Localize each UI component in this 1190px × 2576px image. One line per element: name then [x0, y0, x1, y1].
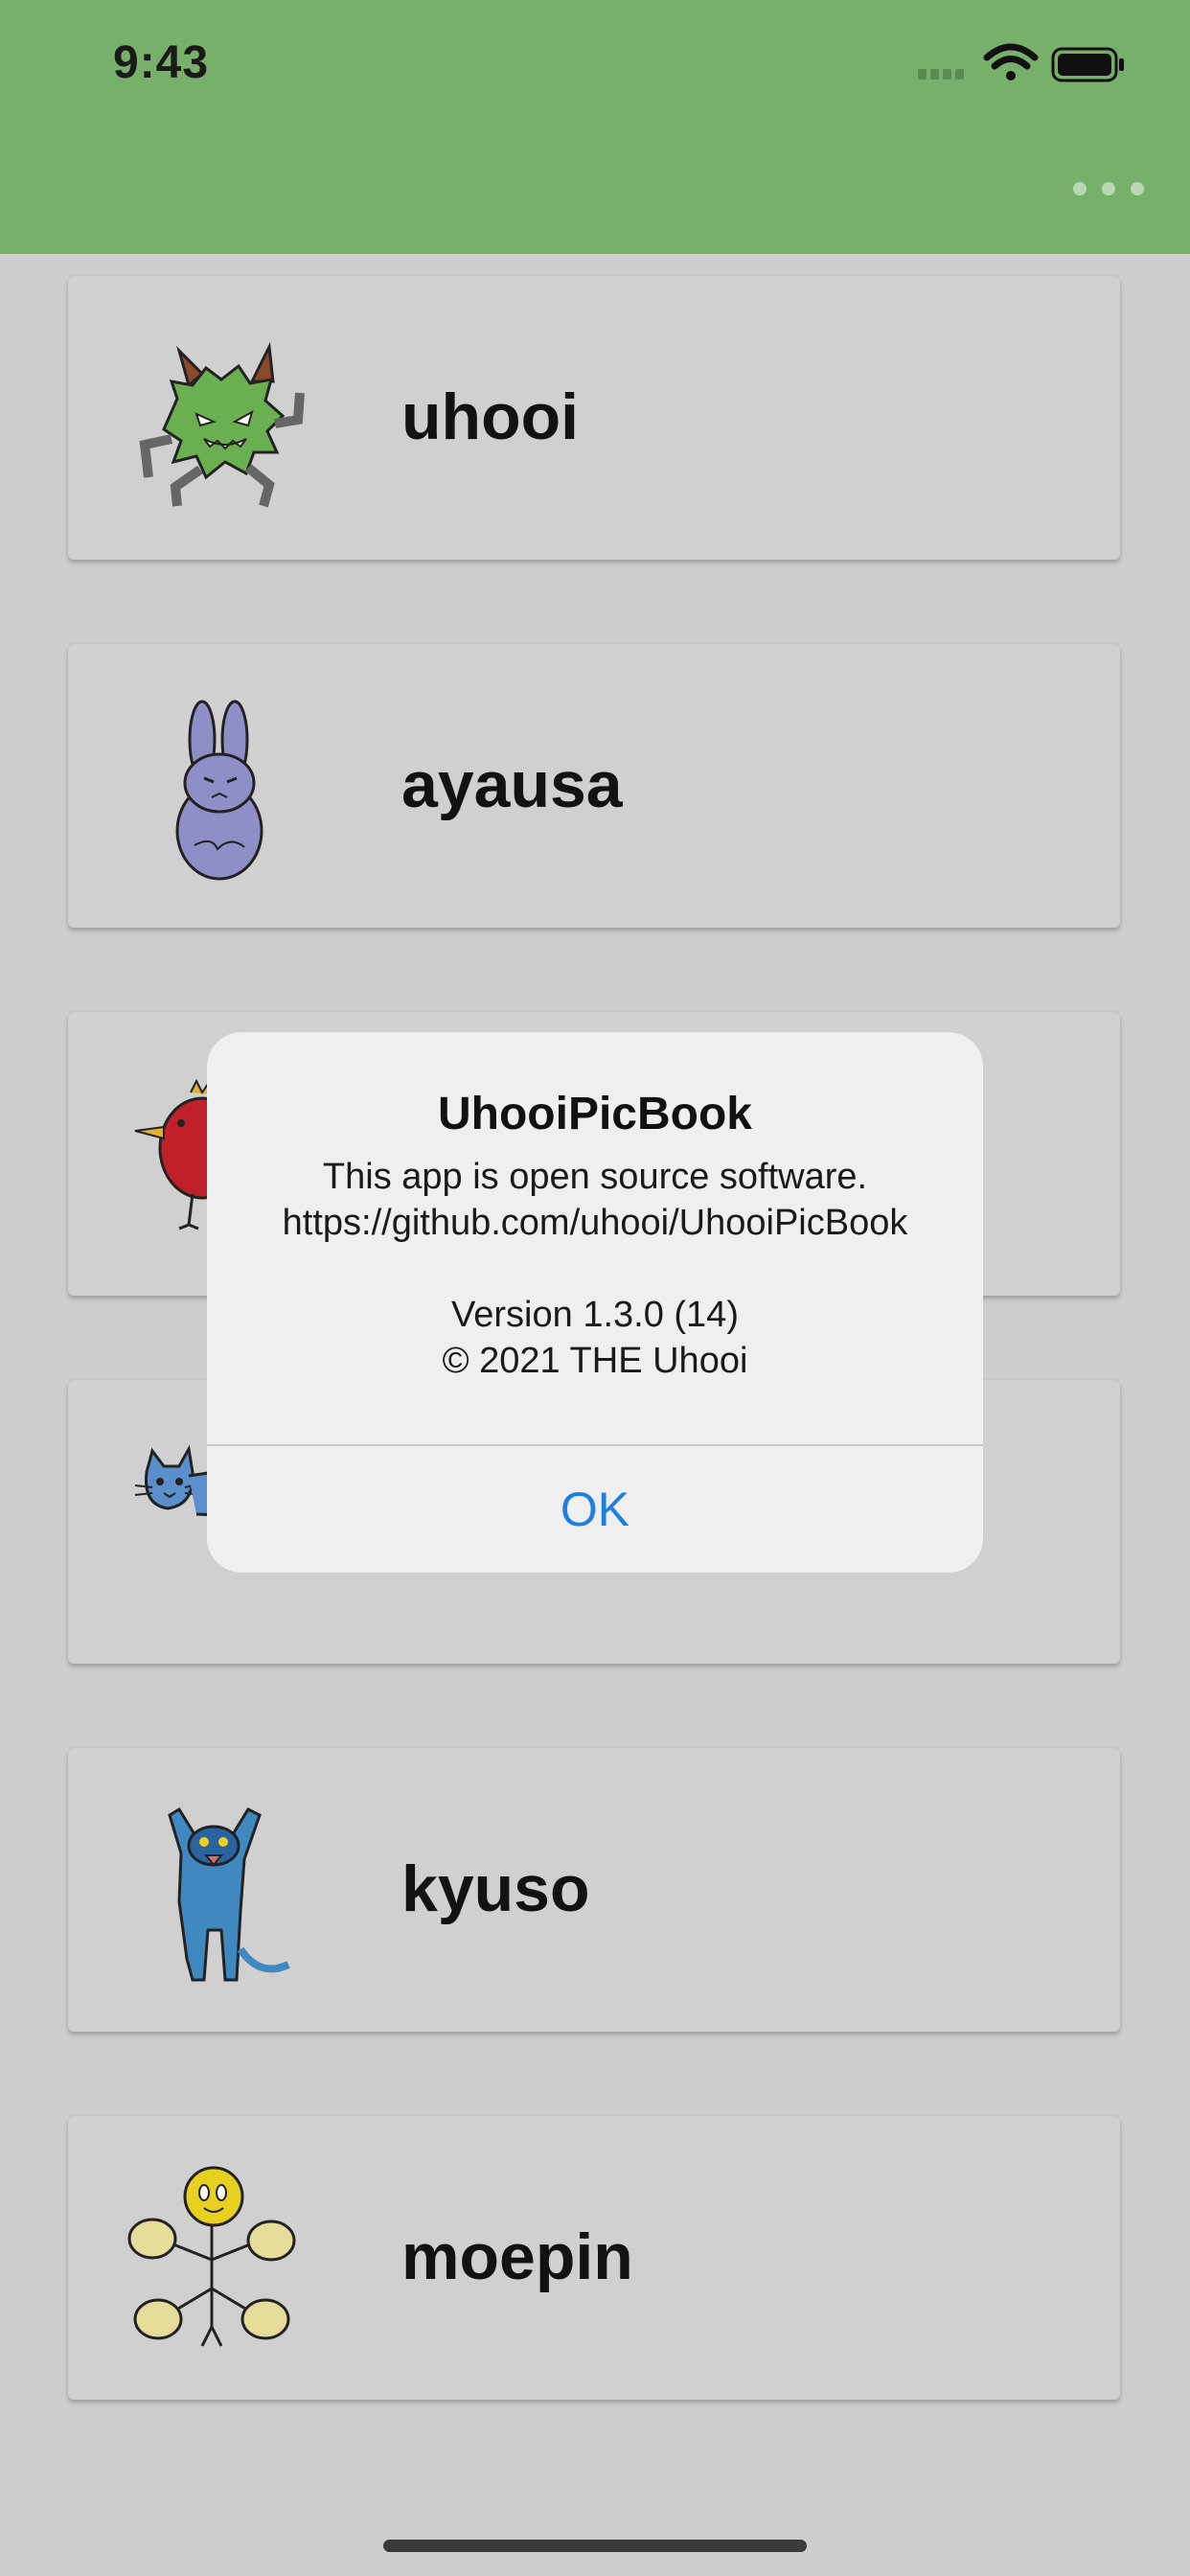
about-alert-dialog: UhooiPicBook This app is open source sof…: [207, 1032, 983, 1573]
battery-icon: [1051, 47, 1124, 82]
character-name: uhooi: [401, 380, 580, 453]
green-monster-illustration: [139, 341, 305, 508]
alert-message-url: https://github.com/uhooi/UhooiPicBook: [282, 1203, 908, 1243]
character-card-moepin[interactable]: moepin: [68, 2116, 1120, 2400]
alert-version: Version 1.3.0 (14): [451, 1295, 739, 1335]
status-icons: [918, 43, 1124, 82]
character-name: ayausa: [401, 748, 623, 821]
character-name: moepin: [401, 2220, 633, 2293]
alert-copyright: © 2021 THE Uhooi: [442, 1341, 748, 1381]
blue-mouse-illustration: [168, 1806, 290, 1982]
character-card-kyuso[interactable]: kyuso: [68, 1748, 1120, 2032]
alert-message-line: This app is open source software.: [322, 1157, 868, 1197]
character-card-uhooi[interactable]: uhooi: [68, 276, 1120, 560]
wifi-icon: [983, 43, 1039, 80]
character-name: kyuso: [401, 1852, 590, 1925]
yellow-flower-illustration: [127, 2166, 296, 2347]
ok-button[interactable]: OK: [207, 1446, 983, 1573]
status-time: 9:43: [113, 37, 210, 88]
alert-title: UhooiPicBook: [437, 1089, 752, 1139]
cellular-signal-icon: [918, 69, 964, 80]
home-indicator[interactable]: [383, 2540, 807, 2552]
navigation-bar: 9:43: [0, 0, 1190, 254]
more-button[interactable]: [1065, 172, 1152, 205]
ellipsis-icon: [1073, 182, 1144, 196]
character-card-ayausa[interactable]: ayausa: [68, 644, 1120, 928]
purple-rabbit-illustration: [175, 700, 263, 881]
